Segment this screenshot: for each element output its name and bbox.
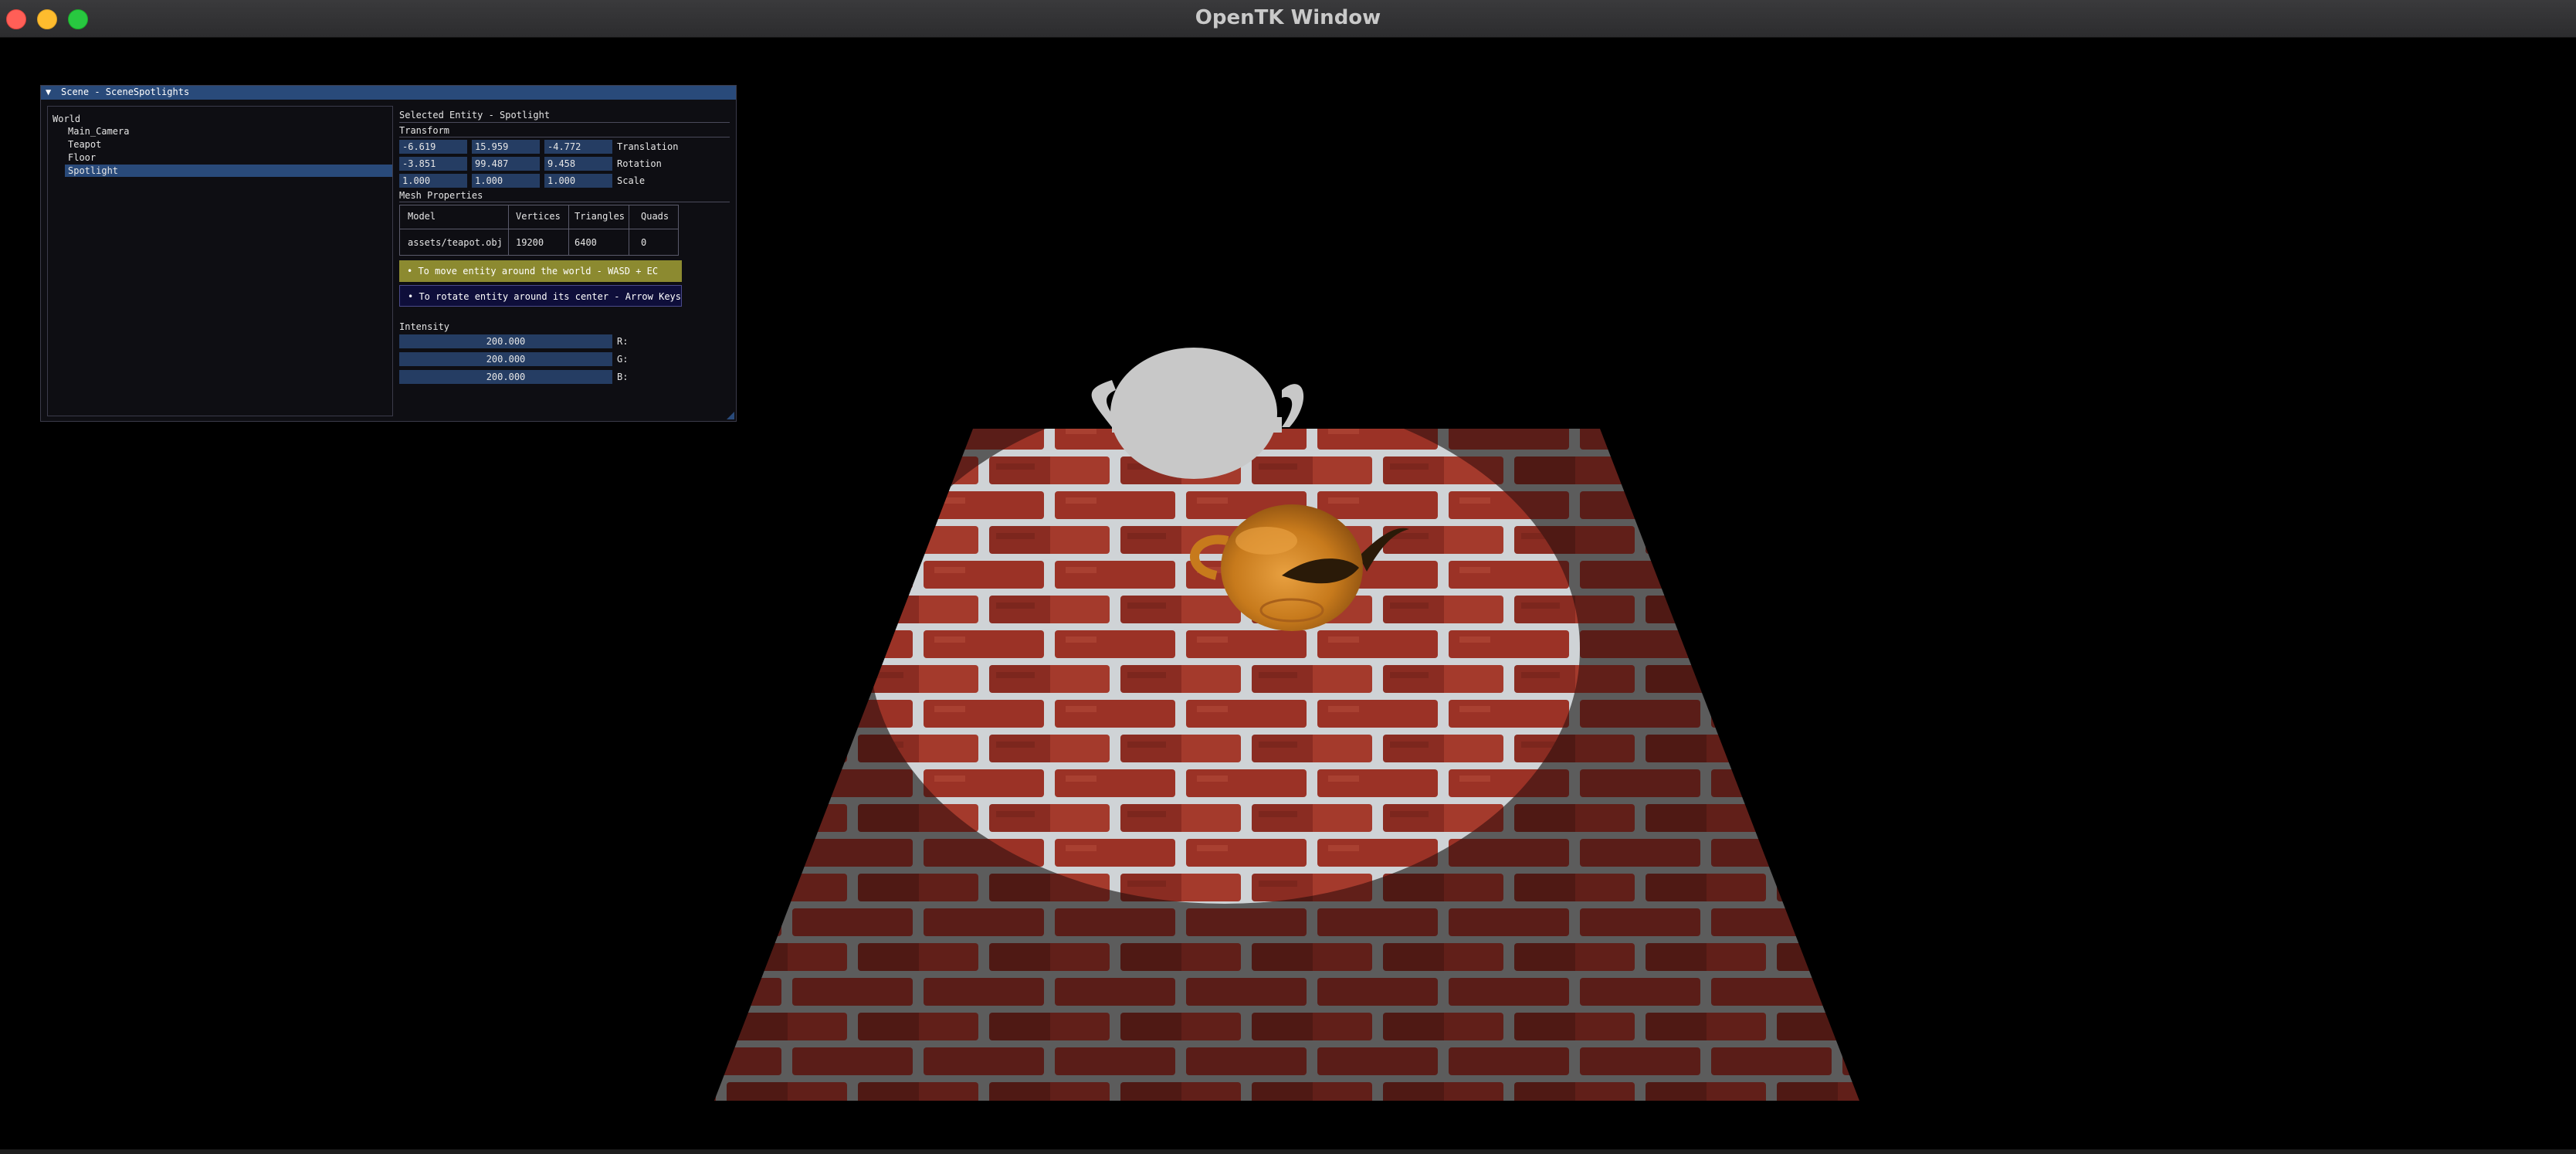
- intensity-r-label: R:: [617, 336, 629, 347]
- tree-item-world[interactable]: World: [53, 113, 80, 125]
- translation-z-field[interactable]: -4.772: [544, 140, 612, 154]
- mesh-col-vertices: Vertices: [516, 211, 561, 222]
- rotation-x-field[interactable]: -3.851: [399, 157, 467, 171]
- scale-y-field[interactable]: 1.000: [472, 174, 540, 188]
- collapse-arrow-icon[interactable]: ▼: [46, 87, 51, 97]
- scale-label: Scale: [617, 175, 646, 186]
- window-title: OpenTK Window: [1195, 6, 1381, 29]
- scene-panel[interactable]: ▼ Scene - SceneSpotlights World Main_Cam…: [40, 85, 737, 422]
- transform-header: Transform: [399, 125, 450, 136]
- mesh-triangles-value: 6400: [575, 237, 597, 248]
- separator: [399, 122, 730, 123]
- mesh-quads-value: 0: [641, 237, 647, 248]
- translation-y-field[interactable]: 15.959: [472, 140, 540, 154]
- intensity-r-slider[interactable]: 200.000: [399, 334, 612, 348]
- entity-properties: Selected Entity - Spotlight Transform -6…: [399, 106, 730, 415]
- rotation-y-field[interactable]: 99.487: [472, 157, 540, 171]
- rotation-label: Rotation: [617, 158, 662, 169]
- rotation-z-field[interactable]: 9.458: [544, 157, 612, 171]
- tree-item-teapot[interactable]: Teapot: [68, 138, 101, 151]
- intensity-header: Intensity: [399, 321, 450, 332]
- mesh-model-value: assets/teapot.obj: [408, 237, 503, 248]
- scene-tree: World Main_Camera Teapot Floor Spotlight: [47, 106, 393, 416]
- rotate-hint: • To rotate entity around its center - A…: [399, 285, 682, 307]
- panel-title: Scene - SceneSpotlights: [61, 87, 190, 97]
- mesh-properties-header: Mesh Properties: [399, 190, 483, 201]
- resize-grip-icon[interactable]: [727, 412, 734, 419]
- move-hint: • To move entity around the world - WASD…: [399, 260, 682, 282]
- mesh-vertices-value: 19200: [516, 237, 544, 248]
- intensity-b-slider[interactable]: 200.000: [399, 370, 612, 384]
- tree-item-floor[interactable]: Floor: [68, 151, 96, 164]
- translation-x-field[interactable]: -6.619: [399, 140, 467, 154]
- mesh-col-quads: Quads: [641, 211, 669, 222]
- intensity-g-label: G:: [617, 354, 629, 365]
- selected-entity-label: Selected Entity - Spotlight: [399, 110, 551, 120]
- mesh-table: Model Vertices Triangles Quads assets/te…: [399, 205, 679, 256]
- panel-title-bar[interactable]: ▼ Scene - SceneSpotlights: [41, 86, 736, 100]
- window-title-bar: OpenTK Window: [0, 0, 2576, 38]
- translation-label: Translation: [617, 141, 679, 152]
- intensity-b-label: B:: [617, 372, 629, 382]
- scale-x-field[interactable]: 1.000: [399, 174, 467, 188]
- tree-item-spotlight[interactable]: Spotlight: [65, 165, 392, 177]
- status-strip: [0, 1149, 2576, 1154]
- scale-z-field[interactable]: 1.000: [544, 174, 612, 188]
- intensity-g-slider[interactable]: 200.000: [399, 352, 612, 366]
- tree-item-main-camera[interactable]: Main_Camera: [68, 125, 129, 137]
- mesh-col-triangles: Triangles: [575, 211, 625, 222]
- mesh-col-model: Model: [408, 211, 436, 222]
